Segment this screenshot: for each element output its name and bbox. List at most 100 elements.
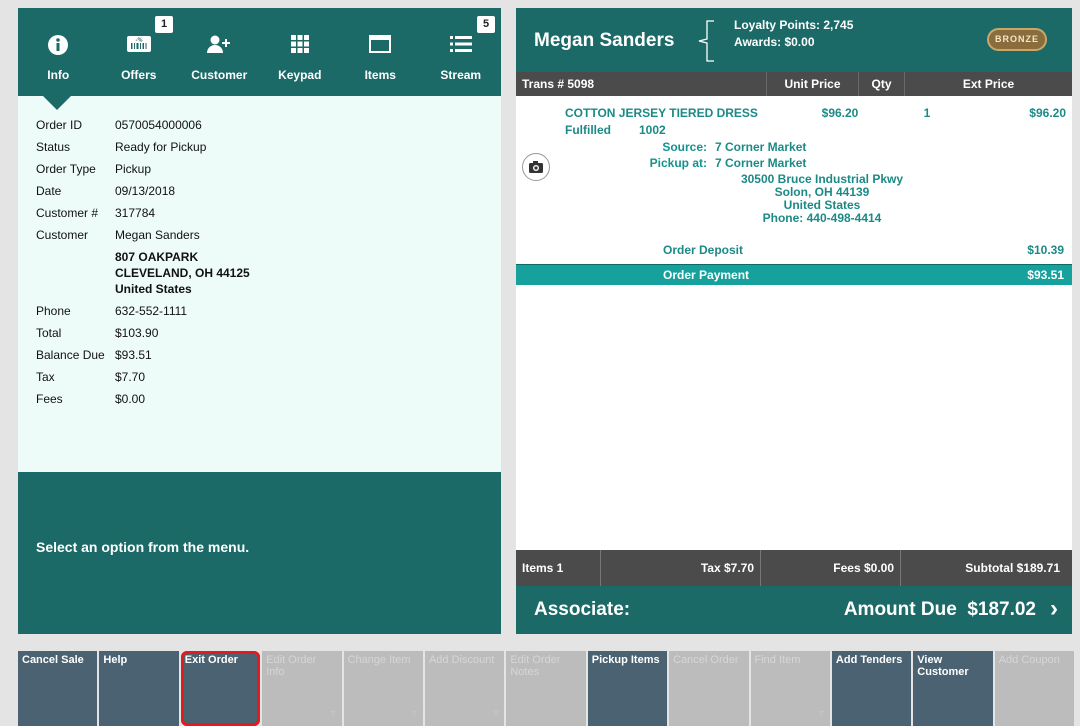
button-label: View Customer xyxy=(917,654,969,678)
tab-customer[interactable]: Customer xyxy=(179,8,260,96)
pickup-address: 30500 Bruce Industrial Pkwy Solon, OH 44… xyxy=(712,173,932,225)
chevron-right-icon[interactable]: › xyxy=(1050,595,1058,623)
detail-label: Status xyxy=(36,140,71,154)
button-label: Add Coupon xyxy=(998,654,1060,666)
totals-subtotal: Subtotal $189.71 xyxy=(900,550,1072,586)
bronze-tier-badge: BRONZE xyxy=(987,28,1047,51)
stream-icon xyxy=(449,34,473,57)
detail-row-customer: Customer Megan Sanders xyxy=(36,224,250,246)
edit-order-notes-button[interactable]: Edit Order Notes xyxy=(506,651,586,726)
detail-label: Customer # xyxy=(36,206,99,220)
function-button-bar: Cancel Sale Help Exit Order Edit Order I… xyxy=(18,651,1075,726)
column-unit-price: Unit Price xyxy=(766,72,858,96)
detail-row-phone: Phone 632-552-1111 xyxy=(36,300,250,322)
exit-order-button[interactable]: Exit Order xyxy=(180,651,261,726)
detail-row-status: Status Ready for Pickup xyxy=(36,136,250,158)
pickup-label: Pickup at: xyxy=(649,156,707,170)
detail-label: Tax xyxy=(36,370,55,384)
loyalty-points: Loyalty Points: 2,745 xyxy=(734,18,854,32)
detail-label: Fees xyxy=(36,392,63,406)
tab-items[interactable]: Items xyxy=(340,8,421,96)
detail-label: Order ID xyxy=(36,118,83,132)
detail-label: Phone xyxy=(36,304,71,318)
item-ext-price: $96.20 xyxy=(1029,106,1066,120)
camera-icon[interactable] xyxy=(522,153,550,181)
detail-row-balance-due: Balance Due $93.51 xyxy=(36,344,250,366)
totals-tax: Tax $7.70 xyxy=(600,550,760,586)
source-value: 7 Corner Market xyxy=(715,140,807,154)
totals-fees: Fees $0.00 xyxy=(760,550,900,586)
detail-row-order-id: Order ID 0570054000006 xyxy=(36,114,250,136)
address-line: CLEVELAND, OH 44125 xyxy=(115,266,250,280)
detail-row-fees: Fees $0.00 xyxy=(36,388,250,410)
tab-info[interactable]: Info xyxy=(18,8,99,96)
order-payment-value: $93.51 xyxy=(1027,268,1064,282)
tab-label: Stream xyxy=(440,68,482,82)
button-label: Cancel Order xyxy=(673,654,739,666)
phone-value: 632-552-1111 xyxy=(115,304,188,318)
button-label: Change Item xyxy=(347,654,411,666)
item-unit-price: $96.20 xyxy=(821,106,859,120)
order-id-value: 0570054000006 xyxy=(115,118,202,132)
tab-bar: Info 1 -% Offers Customer Keypad Items 5… xyxy=(18,8,501,96)
tab-keypad[interactable]: Keypad xyxy=(260,8,341,96)
button-label: Pickup Items xyxy=(591,654,660,666)
add-customer-icon xyxy=(206,34,232,57)
customer-name[interactable]: Megan Sanders xyxy=(534,30,674,52)
cart-icon: ▿ xyxy=(818,708,824,719)
date-value: 09/13/2018 xyxy=(115,184,176,198)
column-qty: Qty xyxy=(858,72,904,96)
button-label: Cancel Sale xyxy=(22,654,84,666)
detail-row-date: Date 09/13/2018 xyxy=(36,180,250,202)
customer-address: 807 OAKPARK CLEVELAND, OH 44125 United S… xyxy=(115,249,250,297)
add-tenders-button[interactable]: Add Tenders xyxy=(831,651,912,726)
balance-due-value: $93.51 xyxy=(115,348,152,362)
order-payment-row[interactable]: Order Payment $93.51 xyxy=(516,264,1072,285)
bracket-divider xyxy=(696,20,716,67)
order-deposit-label: Order Deposit xyxy=(663,243,744,257)
button-label: Find Item xyxy=(754,654,801,666)
button-label: Help xyxy=(103,654,128,666)
add-coupon-button[interactable]: Add Coupon xyxy=(994,651,1075,726)
order-payment-label: Order Payment xyxy=(663,268,750,282)
cart-icon: ▿ xyxy=(330,708,336,719)
button-label: Edit Order Info xyxy=(266,654,317,678)
tab-label: Keypad xyxy=(278,68,322,82)
trans-number: Trans # 5098 xyxy=(522,77,595,91)
pickup-value: 7 Corner Market xyxy=(715,156,807,170)
edit-order-info-button[interactable]: Edit Order Info ▿ xyxy=(262,651,342,726)
tab-label: Items xyxy=(364,68,396,82)
fulfillment-status: Fulfilled xyxy=(565,123,611,137)
amount-due: Amount Due $187.02 xyxy=(843,599,1036,620)
prompt-message: Select an option from the menu. xyxy=(36,539,250,555)
pickup-items-button[interactable]: Pickup Items xyxy=(587,651,668,726)
fees-value: $0.00 xyxy=(115,392,146,406)
change-item-button[interactable]: Change Item ▿ xyxy=(343,651,423,726)
order-info-panel: Info 1 -% Offers Customer Keypad Items 5… xyxy=(18,8,501,634)
items-icon xyxy=(369,34,392,57)
line-items-header: Trans # 5098 Unit Price Qty Ext Price xyxy=(516,72,1072,96)
active-tab-pointer xyxy=(43,96,71,110)
item-name: COTTON JERSEY TIERED DRESS xyxy=(565,106,758,120)
detail-row-total: Total $103.90 xyxy=(36,322,250,344)
tab-offers[interactable]: 1 -% Offers xyxy=(99,8,180,96)
find-item-button[interactable]: Find Item ▿ xyxy=(750,651,830,726)
cancel-order-button[interactable]: Cancel Order xyxy=(669,651,749,726)
associate-bar[interactable]: Associate: Amount Due $187.02 › xyxy=(516,586,1072,634)
detail-row-order-type: Order Type Pickup xyxy=(36,158,250,180)
tab-stream[interactable]: 5 Stream xyxy=(421,8,502,96)
detail-label: Order Type xyxy=(36,162,96,176)
detail-label: Balance Due xyxy=(36,348,105,362)
cancel-sale-button[interactable]: Cancel Sale xyxy=(18,651,98,726)
add-discount-button[interactable]: Add Discount ▿ xyxy=(424,651,505,726)
order-type-value: Pickup xyxy=(115,162,152,176)
customer-name-value: Megan Sanders xyxy=(115,228,200,242)
tab-label: Offers xyxy=(121,68,157,82)
help-button[interactable]: Help xyxy=(99,651,179,726)
tab-label: Info xyxy=(47,68,70,82)
keypad-icon xyxy=(290,34,310,57)
items-count: Items 1 xyxy=(522,561,564,575)
order-details: Order ID 0570054000006 Status Ready for Pi… xyxy=(36,114,250,410)
view-customer-button[interactable]: View Customer xyxy=(913,651,993,726)
address-line: United States xyxy=(115,282,192,296)
